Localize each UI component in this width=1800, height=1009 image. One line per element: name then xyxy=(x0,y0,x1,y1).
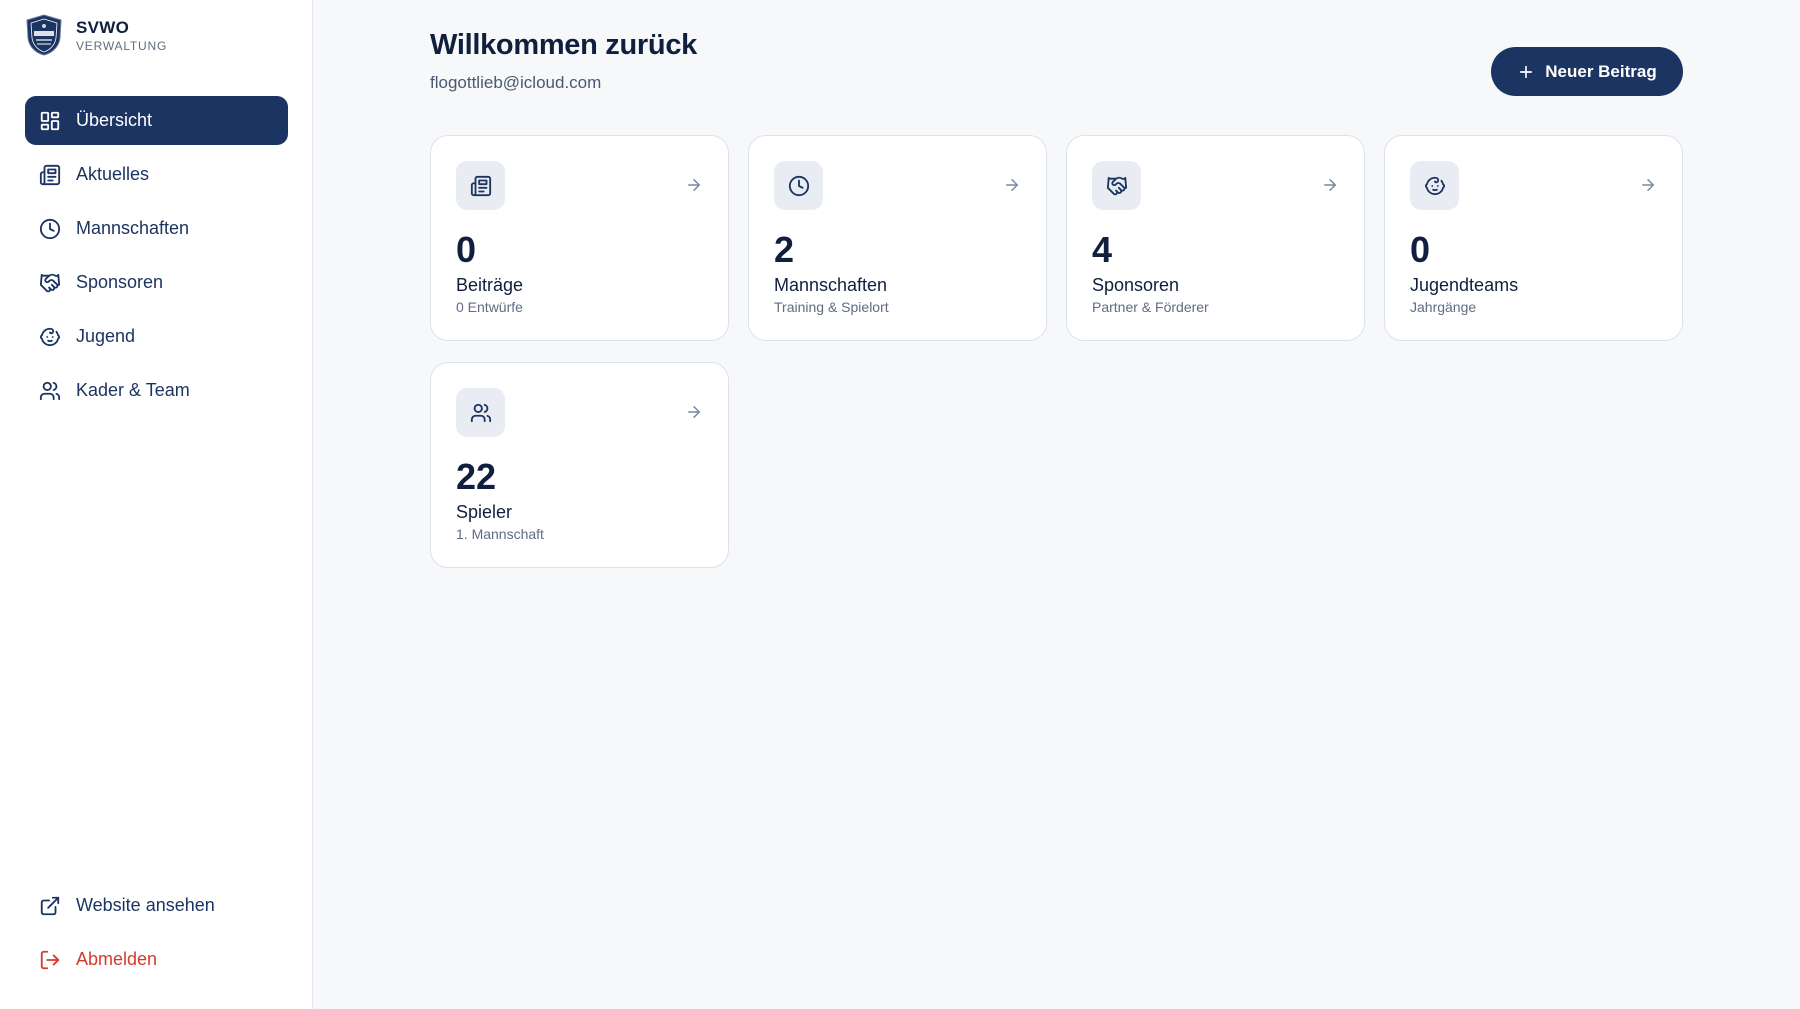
card-subtitle: 1. Mannschaft xyxy=(456,526,544,542)
arrow-right-icon xyxy=(688,179,700,191)
card-subtitle: Training & Spielort xyxy=(774,299,889,315)
sidebar-item-label: Mannschaften xyxy=(76,218,190,238)
card-value: 0 xyxy=(456,229,477,270)
card-title: Spieler xyxy=(456,502,513,522)
card-icon-tile xyxy=(774,161,823,210)
card-icon-tile xyxy=(456,161,505,210)
newspaper-icon xyxy=(39,164,61,186)
sidebar-item-mannschaften[interactable]: Mannschaften xyxy=(25,204,288,253)
new-post-label: Neuer Beitrag xyxy=(1545,61,1657,81)
baby-face-icon xyxy=(1424,176,1445,195)
website-link[interactable]: Website ansehen xyxy=(25,881,288,930)
card-icon-tile xyxy=(1410,161,1459,210)
stat-card-mannschaften[interactable]: 2 Mannschaften Training & Spielort xyxy=(748,135,1047,341)
sidebar-nav: Übersicht Aktuelles Mannschaften Sponsor… xyxy=(25,96,288,420)
sidebar-item-uebersicht[interactable]: Übersicht xyxy=(25,96,288,145)
logout-label: Abmelden xyxy=(76,949,158,969)
dashboard-grid-icon xyxy=(39,110,61,132)
external-link-icon xyxy=(39,895,61,917)
card-icon-tile xyxy=(456,388,505,437)
baby-face-icon xyxy=(39,326,61,348)
card-subtitle: 0 Entwürfe xyxy=(456,299,523,315)
sidebar-item-aktuelles[interactable]: Aktuelles xyxy=(25,150,288,199)
brand-subtitle: VERWALTUNG xyxy=(76,38,168,53)
card-title: Mannschaften xyxy=(774,275,888,295)
sidebar-item-label: Sponsoren xyxy=(76,272,164,292)
sidebar-item-kader-team[interactable]: Kader & Team xyxy=(25,366,288,415)
card-title: Jugendteams xyxy=(1410,275,1519,295)
users-icon xyxy=(470,403,491,422)
sidebar-item-jugend[interactable]: Jugend xyxy=(25,312,288,361)
page-title: Willkommen zurück xyxy=(430,29,697,61)
arrow-right-icon xyxy=(1642,179,1654,191)
stat-card-jugendteams[interactable]: 0 Jugendteams Jahrgänge xyxy=(1384,135,1683,341)
brand[interactable]: SVWO VERWALTUNG xyxy=(25,14,167,56)
handshake-icon xyxy=(39,272,61,294)
sidebar-item-label: Kader & Team xyxy=(76,380,190,400)
user-email: flogottlieb@icloud.com xyxy=(430,73,602,92)
new-post-button[interactable]: Neuer Beitrag xyxy=(1491,47,1683,96)
card-icon-tile xyxy=(1092,161,1141,210)
card-subtitle: Partner & Förderer xyxy=(1092,299,1209,315)
card-title: Beiträge xyxy=(456,275,524,295)
card-subtitle: Jahrgänge xyxy=(1410,299,1477,315)
card-value: 0 xyxy=(1410,229,1431,270)
newspaper-icon xyxy=(470,175,491,196)
card-title: Sponsoren xyxy=(1092,275,1180,295)
plus-icon xyxy=(1520,65,1533,78)
stat-card-sponsoren[interactable]: 4 Sponsoren Partner & Förderer xyxy=(1066,135,1365,341)
logout-icon xyxy=(39,949,61,971)
sidebar-item-label: Jugend xyxy=(76,326,136,346)
sidebar-item-sponsoren[interactable]: Sponsoren xyxy=(25,258,288,307)
sidebar: SVWO VERWALTUNG Übersicht Aktuelles Mann… xyxy=(0,0,313,1009)
card-value: 22 xyxy=(456,456,497,497)
brand-name: SVWO xyxy=(76,17,130,37)
club-shield-icon xyxy=(26,14,62,56)
clock-icon xyxy=(788,175,809,196)
sidebar-item-label: Übersicht xyxy=(76,110,153,130)
arrow-right-icon xyxy=(1324,179,1336,191)
handshake-icon xyxy=(1106,176,1127,195)
logout-button[interactable]: Abmelden xyxy=(25,935,288,984)
website-link-label: Website ansehen xyxy=(76,895,215,915)
arrow-right-icon xyxy=(1006,179,1018,191)
card-value: 2 xyxy=(774,229,795,270)
clock-icon xyxy=(39,218,61,240)
stat-card-spieler[interactable]: 22 Spieler 1. Mannschaft xyxy=(430,362,729,568)
card-value: 4 xyxy=(1092,229,1113,270)
arrow-right-icon xyxy=(688,406,700,418)
stat-card-beitraege[interactable]: 0 Beiträge 0 Entwürfe xyxy=(430,135,729,341)
sidebar-item-label: Aktuelles xyxy=(76,164,150,184)
main-content: Willkommen zurück flogottlieb@icloud.com… xyxy=(313,0,1800,1009)
users-icon xyxy=(39,380,61,402)
sidebar-bottom: Website ansehen Abmelden xyxy=(25,881,288,989)
